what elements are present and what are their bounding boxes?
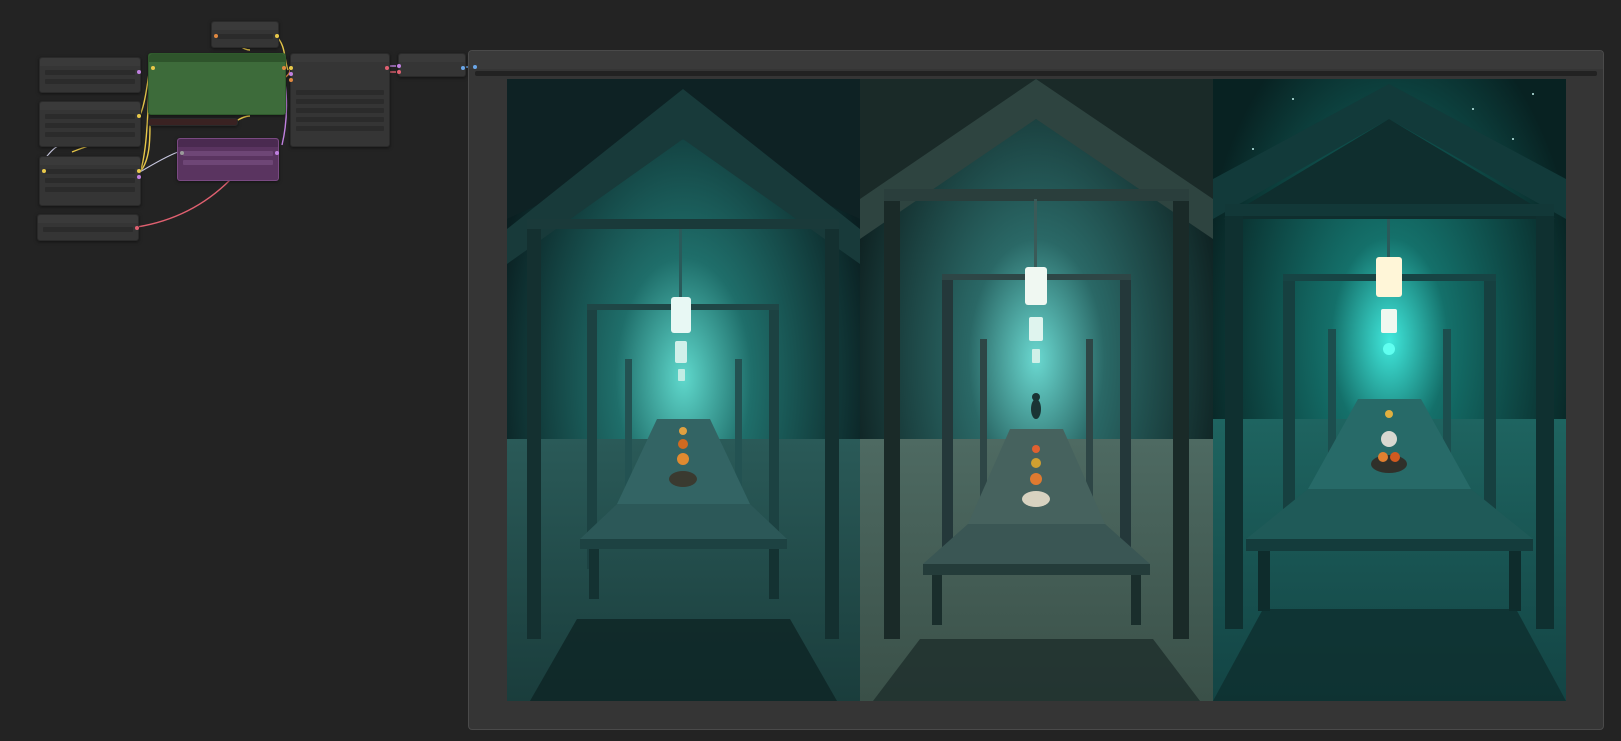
output-socket[interactable] xyxy=(137,70,141,74)
node-widget[interactable] xyxy=(296,90,384,95)
input-socket[interactable] xyxy=(473,65,477,69)
preview-image-3[interactable] xyxy=(1213,79,1566,701)
node-widget[interactable] xyxy=(45,70,135,75)
node-loader-4[interactable] xyxy=(37,214,139,241)
output-socket[interactable] xyxy=(275,34,279,38)
node-loader-2[interactable] xyxy=(39,101,141,147)
node-widget[interactable] xyxy=(43,227,133,232)
node-title-bar[interactable] xyxy=(469,51,1603,69)
node-decode[interactable] xyxy=(397,53,466,77)
node-prompt-green[interactable] xyxy=(148,53,286,115)
node-widget[interactable] xyxy=(45,187,135,192)
node-widget[interactable] xyxy=(45,114,135,119)
node-widget[interactable] xyxy=(45,169,135,174)
input-socket[interactable] xyxy=(151,66,155,70)
input-socket[interactable] xyxy=(214,34,218,38)
node-widget[interactable] xyxy=(217,34,273,39)
output-socket[interactable] xyxy=(282,66,286,70)
node-prompt-purple[interactable] xyxy=(177,138,279,181)
node-widget[interactable] xyxy=(296,117,384,122)
node-widget[interactable] xyxy=(45,79,135,84)
node-preview[interactable] xyxy=(468,50,1604,730)
node-widget[interactable] xyxy=(45,123,135,128)
input-socket[interactable] xyxy=(397,70,401,74)
preview-image-strip[interactable] xyxy=(507,79,1566,701)
input-socket[interactable] xyxy=(289,66,293,70)
output-socket[interactable] xyxy=(137,175,141,179)
node-loader-1[interactable] xyxy=(39,57,141,93)
node-title-bar[interactable] xyxy=(291,54,389,62)
node-widget[interactable] xyxy=(183,160,273,165)
output-socket[interactable] xyxy=(137,114,141,118)
input-socket[interactable] xyxy=(289,72,293,76)
node-widget[interactable] xyxy=(296,99,384,104)
output-socket[interactable] xyxy=(385,66,389,70)
preview-image-1[interactable] xyxy=(507,79,860,701)
node-widget[interactable] xyxy=(45,178,135,183)
input-socket[interactable] xyxy=(42,169,46,173)
node-widget[interactable] xyxy=(45,132,135,137)
node-title-bar[interactable] xyxy=(40,58,140,66)
node-widget[interactable] xyxy=(296,108,384,113)
node-sampler[interactable] xyxy=(289,53,390,147)
output-socket[interactable] xyxy=(275,151,279,155)
node-title-bar[interactable] xyxy=(399,54,465,62)
output-socket[interactable] xyxy=(137,169,141,173)
input-socket[interactable] xyxy=(289,78,293,82)
node-loader-3[interactable] xyxy=(39,156,141,206)
node-widget[interactable] xyxy=(183,151,273,156)
node-title-bar[interactable] xyxy=(40,157,140,165)
node-title-bar[interactable] xyxy=(178,139,278,147)
node-title-bar[interactable] xyxy=(149,54,285,62)
preview-image-2[interactable] xyxy=(860,79,1213,701)
node-title-bar[interactable] xyxy=(212,22,278,30)
output-socket[interactable] xyxy=(135,226,139,230)
output-socket[interactable] xyxy=(461,66,465,70)
preview-progress-bar xyxy=(475,71,1597,76)
input-socket[interactable] xyxy=(180,151,184,155)
node-title-bar[interactable] xyxy=(40,102,140,110)
node-prompt-green-footer[interactable] xyxy=(148,118,238,126)
input-socket[interactable] xyxy=(397,64,401,68)
workflow-canvas[interactable] xyxy=(0,0,1621,741)
node-small-top[interactable] xyxy=(211,21,279,48)
node-widget[interactable] xyxy=(296,126,384,131)
node-title-bar[interactable] xyxy=(38,215,138,223)
